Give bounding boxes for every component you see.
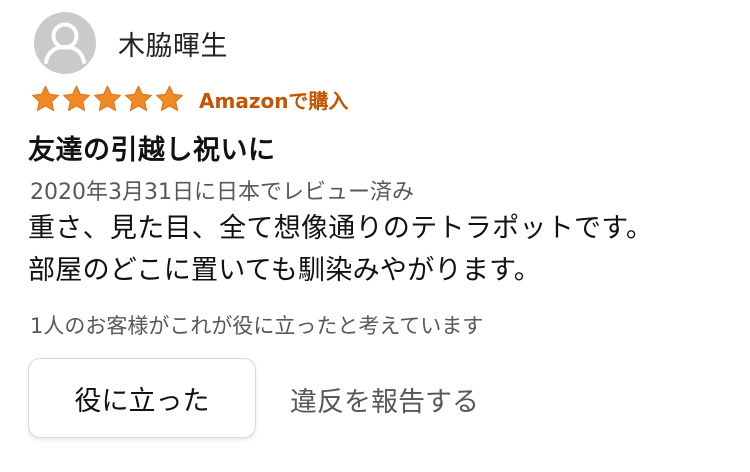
- review-body: 重さ、見た目、全て想像通りのテトラポットです。 部屋のどこに置いても馴染みやがり…: [28, 208, 728, 292]
- star-rating[interactable]: [30, 84, 185, 114]
- reviewer-profile[interactable]: 木脇暉生: [34, 12, 228, 74]
- review-date: 2020年3月31日に日本でレビュー済み: [30, 180, 414, 205]
- review-body-line: 重さ、見た目、全て想像通りのテトラポットです。: [28, 213, 654, 244]
- avatar[interactable]: [34, 12, 96, 74]
- star-icon: [63, 85, 90, 111]
- star-icon: [156, 85, 183, 111]
- review-title[interactable]: 友達の引越し祝いに: [28, 128, 276, 167]
- report-abuse-link[interactable]: 違反を報告する: [290, 380, 479, 419]
- review-card: 木脇暉生 Amazonで購入 友達の引越し祝いに 2020年3月31日に日本でレ…: [28, 0, 728, 472]
- helpful-count: 1人のお客様がこれが役に立ったと考えています: [30, 314, 484, 338]
- verified-purchase-badge: Amazonで購入: [199, 88, 349, 113]
- helpful-button[interactable]: 役に立った: [28, 358, 256, 438]
- star-icon: [32, 85, 59, 111]
- star-icon: [125, 85, 152, 111]
- star-icon: [94, 85, 121, 111]
- review-body-line: 部屋のどこに置いても馴染みやがります。: [28, 255, 542, 286]
- reviewer-name[interactable]: 木脇暉生: [118, 24, 228, 63]
- rating-row: Amazonで購入: [30, 84, 348, 114]
- default-user-icon: [44, 22, 86, 64]
